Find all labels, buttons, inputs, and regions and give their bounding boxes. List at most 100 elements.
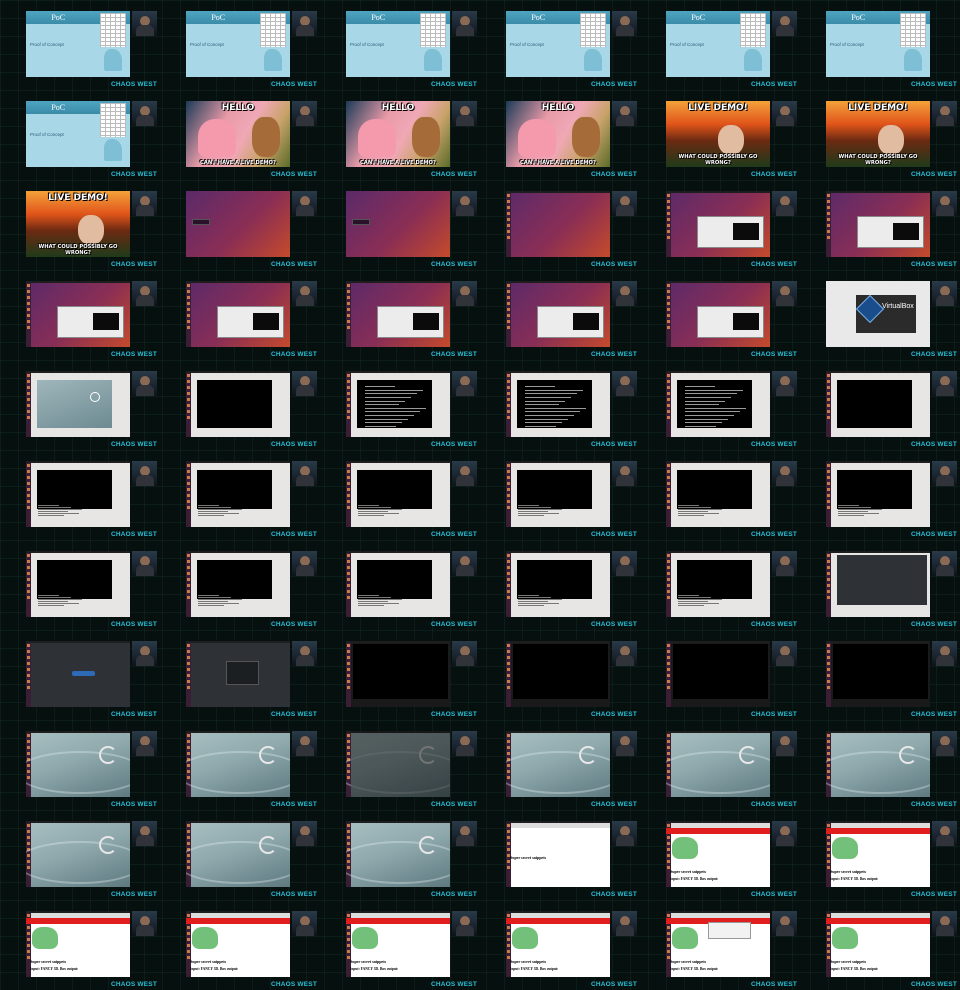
thumbnail-cell[interactable]: CHAOS WEST [320,630,480,720]
brand-label: CHAOS WEST [910,171,957,178]
thumbnail-cell[interactable]: Super secret snippets Input: FANCY 3D. Bo… [800,810,960,900]
thumbnail-cell[interactable]: CHAOS WEST [160,630,320,720]
thumbnail-cell[interactable]: CHAOS WEST [640,720,800,810]
thumbnail-cell[interactable]: PoC Proof of Concept CHAOS WEST [320,0,480,90]
launcher-icon [27,836,30,839]
patrick-figure [358,119,396,157]
speaker-camera [132,281,157,306]
thumbnail-cell[interactable]: VirtualBox CHAOS WEST [800,270,960,360]
meme-hello-top: HELLO [541,103,575,113]
thumbnail-cell[interactable]: Super secret snippets Input: FANCY 3D. Bo… [320,900,480,990]
brand-label: CHAOS WEST [750,171,797,178]
thumbnail-cell[interactable]: LIVE DEMO! WHAT COULD POSSIBLY GO WRONG? C… [0,180,160,270]
thumbnail-cell[interactable]: PoC Proof of Concept CHAOS WEST [640,0,800,90]
page-heading: Super secret snippets [510,959,547,964]
launcher-icon [27,950,30,953]
meme-hello-bottom: CAN I HAVE A LIVE DEMO? [520,160,596,166]
thumbnail-cell[interactable]: PoC Proof of Concept CHAOS WEST [160,0,320,90]
thumbnail-cell[interactable]: Super secret snippets Input: FANCY 3D. Bo… [640,810,800,900]
thumbnail-cell[interactable]: Super secret snippets Input: FANCY 3D. Bo… [480,900,640,990]
thumbnail-cell[interactable]: CHAOS WEST [640,360,800,450]
thumbnail-cell[interactable]: CHAOS WEST [160,180,320,270]
thumbnail-cell[interactable]: CHAOS WEST [320,540,480,630]
launcher-icon [507,656,510,659]
thumbnail-cell[interactable]: CHAOS WEST [480,630,640,720]
thumbnail-cell[interactable]: CHAOS WEST [800,720,960,810]
launcher-icon [187,506,190,509]
launcher-icon [27,380,30,383]
speaker-camera [452,821,477,846]
thumbnail-cell[interactable]: CHAOS WEST [0,720,160,810]
thumbnail-cell[interactable]: HELLO CAN I HAVE A LIVE DEMO? CHAOS WEST [160,90,320,180]
thumbnail-cell[interactable]: CHAOS WEST [640,180,800,270]
thumbnail-cell[interactable]: Super secret snippets CHAOS WEST [480,810,640,900]
brand-label: CHAOS WEST [110,531,157,538]
thumbnail-cell[interactable]: CHAOS WEST [800,180,960,270]
thumbnail-cell[interactable]: HELLO CAN I HAVE A LIVE DEMO? CHAOS WEST [320,90,480,180]
thumbnail-cell[interactable]: HELLO CAN I HAVE A LIVE DEMO? CHAOS WEST [480,90,640,180]
thumbnail-cell[interactable]: CHAOS WEST [320,450,480,540]
thumbnail-cell[interactable]: CHAOS WEST [480,180,640,270]
thumbnail-cell[interactable]: CHAOS WEST [640,540,800,630]
thumbnail-cell[interactable]: CHAOS WEST [320,180,480,270]
thumbnail-cell[interactable]: CHAOS WEST [160,720,320,810]
launcher-icon [507,392,510,395]
vm-screen [517,470,593,509]
launcher-icon [507,914,510,917]
thumbnail-cell[interactable]: LIVE DEMO! WHAT COULD POSSIBLY GO WRONG? C… [800,90,960,180]
brand-label: CHAOS WEST [910,891,957,898]
thumbnail-cell[interactable]: CHAOS WEST [800,360,960,450]
thumbnail-cell[interactable]: CHAOS WEST [640,270,800,360]
thumbnail-cell[interactable]: CHAOS WEST [0,270,160,360]
launcher-icon [507,848,510,851]
thumbnail-cell[interactable]: Super secret snippets Input: FANCY 3D. Bo… [0,900,160,990]
thumbnail-cell[interactable]: CHAOS WEST [160,810,320,900]
thumbnail-cell[interactable]: CHAOS WEST [800,450,960,540]
launcher-icon [507,482,510,485]
thumbnail-cell[interactable]: PoC Proof of Concept CHAOS WEST [800,0,960,90]
thumbnail-cell[interactable]: CHAOS WEST [0,540,160,630]
thumbnail-cell[interactable]: CHAOS WEST [160,450,320,540]
thumbnail-cell[interactable]: CHAOS WEST [320,270,480,360]
thumbnail-cell[interactable]: CHAOS WEST [320,360,480,450]
thumbnail-cell[interactable]: CHAOS WEST [480,270,640,360]
thumbnail-cell[interactable]: PoC Proof of Concept CHAOS WEST [0,90,160,180]
thumbnail-cell[interactable]: CHAOS WEST [480,540,640,630]
thumbnail-cell[interactable]: CHAOS WEST [0,450,160,540]
log-line [198,507,231,508]
thumbnail-cell[interactable]: CHAOS WEST [640,450,800,540]
thumbnail-cell[interactable]: CHAOS WEST [160,270,320,360]
thumbnail-cell[interactable]: CHAOS WEST [160,360,320,450]
launcher-icon [187,482,190,485]
thumbnail-cell[interactable]: CHAOS WEST [320,720,480,810]
log-line [678,515,705,516]
thumbnail-cell[interactable]: CHAOS WEST [160,540,320,630]
launcher-icon [187,308,190,311]
thumbnail-cell[interactable]: CHAOS WEST [0,810,160,900]
brand-label: CHAOS WEST [910,981,957,988]
launcher-icon [827,200,830,203]
thumbnail-cell[interactable]: CHAOS WEST [800,630,960,720]
thumbnail-cell[interactable]: CHAOS WEST [640,630,800,720]
thumbnail-cell[interactable]: CHAOS WEST [480,720,640,810]
log-line [358,603,400,604]
launcher-icon [507,398,510,401]
thumbnail-cell[interactable]: PoC Proof of Concept CHAOS WEST [0,0,160,90]
thumbnail-cell[interactable]: CHAOS WEST [480,450,640,540]
thumbnail-cell[interactable]: LIVE DEMO! WHAT COULD POSSIBLY GO WRONG? C… [640,90,800,180]
thumbnail-cell[interactable]: Super secret snippets Input: FANCY 3D. Bo… [160,900,320,990]
thumbnail-cell[interactable]: CHAOS WEST [800,540,960,630]
thumbnail-cell[interactable]: Super secret snippets Input: FANCY 3D. Bo… [640,900,800,990]
thumbnail-cell[interactable]: CHAOS WEST [0,360,160,450]
thumbnail-cell[interactable]: CHAOS WEST [320,810,480,900]
thumbnail-cell[interactable]: CHAOS WEST [0,630,160,720]
launcher-icon [347,914,350,917]
console-line [684,422,723,424]
speaker-camera [132,731,157,756]
thumbnail-cell[interactable]: PoC Proof of Concept CHAOS WEST [480,0,640,90]
speaker-body [616,205,634,216]
thumbnail-cell[interactable]: Super secret snippets Input: FANCY 3D. Bo… [800,900,960,990]
brand-label: CHAOS WEST [590,891,637,898]
speaker-camera [452,641,477,666]
thumbnail-cell[interactable]: CHAOS WEST [480,360,640,450]
